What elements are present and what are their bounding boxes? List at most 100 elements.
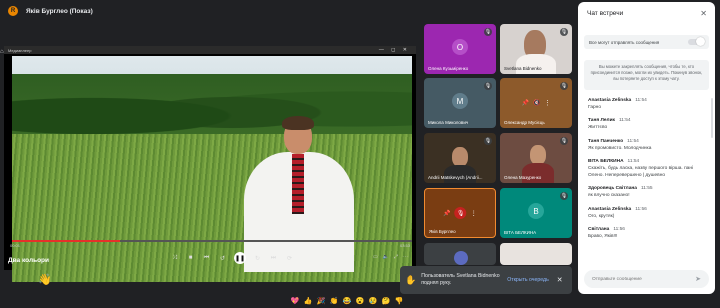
reaction-clap-icon[interactable]: 👏 [329,297,339,307]
chat-permission-row: Все могут отправлять сообщения [584,35,709,49]
mic-off-icon: 🎙 [560,28,568,36]
message-time: 11:56 [613,227,625,233]
participant-name: Олександр Мусiєць [504,120,545,125]
previous-icon[interactable]: ⏮ [202,255,211,262]
video-progress-bar[interactable] [12,240,412,242]
chat-message-input[interactable] [592,276,696,282]
reaction-laugh-icon[interactable]: 😂 [342,297,352,307]
message-author: Таня Панченко [588,138,624,144]
message-author: Таня Лелик [588,118,615,124]
message-author: Свiтлана [588,227,610,233]
chat-message: ВIТА БЕЛКИНА 11:54 Скажiть, будь ласка, н… [588,159,708,179]
chat-message: Таня Лелик 11:54 Життєво [588,118,708,131]
chat-scrollbar[interactable] [711,98,713,138]
permission-toggle[interactable] [688,37,705,46]
pin-icon[interactable]: 📌 [522,100,529,107]
mic-icon[interactable]: 🎙 [454,207,467,219]
reaction-heart-icon[interactable]: 💖 [290,297,300,307]
open-queue-button[interactable]: Открыть очередь [507,277,549,283]
participant-tile[interactable]: 🎙 В ВIТА БЕЛКИНА [500,188,572,238]
presenting-badge: R [8,6,18,16]
forward-icon[interactable]: ↻ [253,255,262,262]
avatar: М [452,93,468,109]
message-time: 11:55 [640,186,653,192]
reaction-sad-icon[interactable]: 😢 [368,297,378,307]
participant-tile[interactable]: 🎙 📌 🔇 ⋮ Олександр Мусiєць [500,78,572,128]
message-text: як влучно сказано! [588,193,630,199]
reaction-bar: 💖 👍 🎉 👏 😂 😮 😢 🤔 👎 [290,297,404,307]
message-time: 11:54 [627,159,640,165]
close-icon[interactable]: ✕ [557,276,563,284]
chat-messages: Anastasia Zelinska 11:54 Гарно Таня Лелик… [588,98,708,248]
participant-name: Якiв Бурглео [429,229,456,234]
participant-name: Andrii Matskevych (Andrii... [428,175,483,180]
chat-title: Чат встречи [587,10,624,17]
video-progress-fill [12,240,120,242]
participant-tile-partial[interactable] [424,243,496,265]
message-time: 11:54 [627,138,639,144]
message-text: Браво, Якiв!!! [588,234,618,240]
avatar: О [452,39,468,55]
reaction-surprised-icon[interactable]: 😮 [355,297,365,307]
stop-icon[interactable]: ■ [186,255,195,261]
participant-tile[interactable]: 🎙 О Олена Кузьмiренко [424,24,496,74]
window-controls[interactable]: — ◻ ✕ [379,47,410,53]
current-time: 00:01 [10,243,21,248]
chat-message: Anastasia Zelinska 11:56 Ого, крутяк) [588,207,708,220]
pause-button[interactable]: ❚❚ [234,252,246,264]
close-icon[interactable]: ✕ [700,9,707,18]
participant-name: ВIТА БЕЛКИНА [504,230,537,235]
reaction-thumbs-down-icon[interactable]: 👎 [394,297,404,307]
more-options-icon[interactable]: ⋮ [471,210,477,217]
participant-tile[interactable]: 🎙 Svetlana Bidnenko [500,24,572,74]
volume-icon[interactable]: 🔈 [383,254,389,260]
repeat-icon[interactable]: ⟳ [285,255,294,262]
chat-message: Свiтлана 11:56 Браво, Якiв!!! [588,227,708,240]
message-text: Як промовисто. Молодчинка [588,145,652,151]
hand-icon: ✋ [405,274,417,285]
mic-off-icon: 🎙 [484,137,492,145]
player-window-title: Медиаплеер [8,47,32,53]
avatar: В [528,203,544,219]
next-icon[interactable]: ⏭ [269,255,278,262]
reaction-thumbs-up-icon[interactable]: 👍 [303,297,313,307]
message-time: 11:54 [618,118,631,124]
fullscreen-icon[interactable]: ⤢ [394,254,398,260]
participant-tile[interactable]: 🎙 М Микола Миколович [424,78,496,128]
chat-panel: Чат встречи ✕ Все могут отправлять сообщ… [578,2,715,294]
presentation-stage: Медиаплеер — ◻ ✕ 00:01 03:53 Два кольори… [4,46,416,282]
shuffle-icon[interactable]: ⤨ [170,255,179,262]
media-player-titlebar: Медиаплеер — ◻ ✕ [4,46,416,54]
tile-hover-controls: 📌 🔇 ⋮ [522,100,551,107]
pin-icon[interactable]: 📌 [443,210,450,217]
participant-name: Svetlana Bidnenko [504,66,542,71]
chat-message: Anastasia Zelinska 11:54 Гарно [588,98,708,111]
reaction-party-icon[interactable]: 🎉 [316,297,326,307]
message-text: Скажiть, будь ласка, назву першого вiрша… [588,166,694,178]
message-time: 11:56 [635,206,647,212]
send-icon[interactable]: ➤ [695,275,701,283]
more-options-icon[interactable]: ⋮ [544,100,550,107]
message-time: 11:54 [635,98,647,103]
mic-off-icon: 🎙 [484,82,492,90]
message-author: Anastasia Zelinska [588,206,632,212]
participant-tile-self[interactable]: 📌 🎙 ⋮ Якiв Бурглео [424,188,496,238]
raise-hand-toast: ✋ Пользователь Svetlana Bidnenko поднял … [400,266,572,294]
chat-message: Здоровець Свiтлана 11:55 як влучно сказан… [588,186,708,199]
participant-tile-partial[interactable] [500,243,572,265]
chat-info: Вы можете закреплять сообщения, чтобы те… [584,60,709,90]
playlist-icon[interactable]: ▭ [373,254,378,260]
participant-tile[interactable]: 🎙 Олена Мазуренко [500,133,572,183]
reaction-thinking-icon[interactable]: 🤔 [381,297,391,307]
toast-message: Пользователь Svetlana Bidnenko поднял ру… [421,272,500,286]
permission-label: Все могут отправлять сообщения [589,39,660,45]
mute-icon[interactable]: 🔇 [533,100,540,107]
rewind-icon[interactable]: ↺ [218,255,227,262]
playback-controls: ⤨ ■ ⏮ ↺ ❚❚ ↻ ⏭ ⟳ [170,252,294,264]
total-time: 03:53 [399,243,410,248]
mic-off-icon: 🎙 [560,82,568,90]
raised-hand-icon: 👋 [38,274,52,286]
participant-tile[interactable]: 🎙 Andrii Matskevych (Andrii... [424,133,496,183]
more-icon[interactable]: ⋯ [403,254,408,260]
tile-hover-controls: 📌 🎙 ⋮ [443,207,477,219]
